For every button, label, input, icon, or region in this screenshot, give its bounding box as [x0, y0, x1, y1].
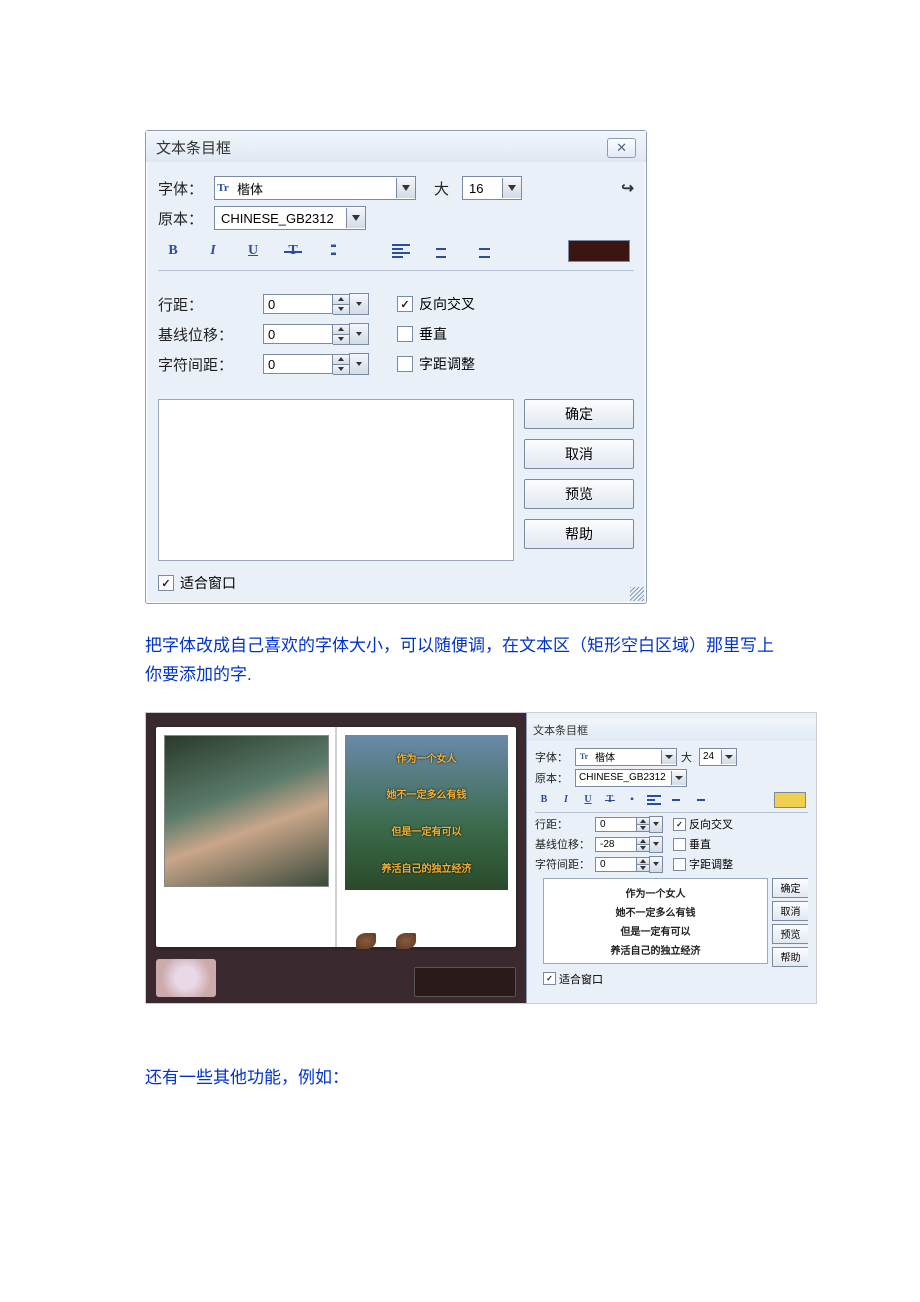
text-overlay: 作为一个女人 她不一定多么有钱 但是一定有可以 养活自己的独立经济: [345, 735, 508, 890]
decoration-icon: [156, 959, 216, 997]
chevron-down-icon[interactable]: [502, 178, 521, 198]
font-label: 字体：: [535, 749, 571, 765]
spin-up-icon[interactable]: [333, 355, 349, 365]
baseline-input[interactable]: [595, 836, 663, 853]
line-spacing-label: 行距：: [158, 294, 253, 315]
preview-button[interactable]: 预览: [772, 924, 808, 944]
script-select[interactable]: CHINESE_GB2312: [214, 206, 366, 230]
reverse-checkbox[interactable]: ✓反向交叉: [397, 294, 475, 314]
italic-button[interactable]: I: [202, 240, 224, 262]
vertical-checkbox[interactable]: 垂直: [673, 836, 711, 852]
size-select[interactable]: 16: [462, 176, 522, 200]
font-select[interactable]: Tr楷体: [575, 748, 677, 766]
strikethrough-button[interactable]: T: [282, 240, 304, 262]
baseline-label: 基线位移：: [535, 836, 591, 852]
titlebar: 文本条目框 ✕: [146, 131, 646, 162]
fit-window-checkbox[interactable]: ✓适合窗口: [543, 971, 603, 987]
bold-button[interactable]: B: [537, 793, 551, 807]
dialog-title: 文本条目框: [156, 137, 231, 158]
unit-select[interactable]: [349, 353, 369, 375]
align-right-button[interactable]: [691, 793, 705, 807]
butterfly-icon: [356, 933, 376, 949]
char-spacing-label: 字符间距：: [535, 856, 591, 872]
script-label: 原本：: [158, 208, 206, 229]
chevron-down-icon[interactable]: [671, 771, 686, 785]
instruction-paragraph-1: 把字体改成自己喜欢的字体大小，可以随便调，在文本区（矩形空白区域）那里写上你要添…: [145, 632, 785, 690]
align-center-button[interactable]: [430, 240, 452, 262]
spin-down-icon[interactable]: [333, 305, 349, 314]
help-button[interactable]: 帮助: [524, 519, 634, 549]
baseline-label: 基线位移：: [158, 324, 253, 345]
example-screenshot: 作为一个女人 她不一定多么有钱 但是一定有可以 养活自己的独立经济 文本条目框 …: [145, 712, 817, 1004]
char-spacing-label: 字符间距：: [158, 354, 253, 375]
unit-select[interactable]: [349, 293, 369, 315]
chevron-down-icon[interactable]: [661, 750, 676, 764]
instruction-paragraph-2: 还有一些其他功能，例如：: [145, 1064, 785, 1093]
spin-down-icon[interactable]: [333, 335, 349, 344]
truetype-icon: Tr: [576, 752, 592, 761]
more-icon[interactable]: ▪▪▪▪: [322, 240, 344, 262]
size-select[interactable]: 24: [699, 748, 737, 766]
spin-up-icon[interactable]: [333, 325, 349, 335]
dialog-title: 文本条目框: [533, 722, 588, 738]
close-button[interactable]: ✕: [607, 138, 636, 158]
align-right-button[interactable]: [470, 240, 492, 262]
reverse-checkbox[interactable]: ✓反向交叉: [673, 816, 733, 832]
ok-button[interactable]: 确定: [772, 878, 808, 898]
cancel-button[interactable]: 取消: [772, 901, 808, 921]
unit-select[interactable]: [349, 323, 369, 345]
format-toolbar: B I U T ▪▪▪▪: [158, 236, 634, 271]
align-left-button[interactable]: [647, 793, 661, 807]
font-label: 字体：: [158, 178, 206, 199]
color-swatch[interactable]: [774, 792, 806, 808]
slot-box: [414, 967, 516, 997]
photo-image: [164, 735, 329, 887]
italic-button[interactable]: I: [559, 793, 573, 807]
expand-icon[interactable]: ↪: [621, 179, 634, 197]
fit-window-checkbox[interactable]: ✓适合窗口: [158, 573, 236, 593]
script-label: 原本：: [535, 770, 571, 786]
char-spacing-input[interactable]: [595, 856, 663, 873]
preview-textarea[interactable]: 作为一个女人 她不一定多么有钱 但是一定有可以 养活自己的独立经济: [543, 878, 768, 964]
butterfly-icon: [396, 933, 416, 949]
script-select[interactable]: CHINESE_GB2312: [575, 769, 687, 787]
preview-button[interactable]: 预览: [524, 479, 634, 509]
underline-button[interactable]: U: [242, 240, 264, 262]
align-center-button[interactable]: [669, 793, 683, 807]
ok-button[interactable]: 确定: [524, 399, 634, 429]
vertical-checkbox[interactable]: 垂直: [397, 324, 447, 344]
help-button[interactable]: 帮助: [772, 947, 808, 967]
line-spacing-input[interactable]: [263, 293, 369, 315]
baseline-input[interactable]: [263, 323, 369, 345]
chevron-down-icon[interactable]: [396, 178, 415, 198]
font-select[interactable]: Tr 楷体: [214, 176, 416, 200]
line-spacing-input[interactable]: [595, 816, 663, 833]
resize-grip-icon[interactable]: [630, 587, 644, 601]
strikethrough-button[interactable]: T: [603, 793, 617, 807]
bold-button[interactable]: B: [162, 240, 184, 262]
cancel-button[interactable]: 取消: [524, 439, 634, 469]
size-label: 大: [434, 178, 454, 199]
text-entry-dialog: 文本条目框 ✕ 字体： Tr 楷体 大 16 ↪ 原本：: [145, 130, 647, 604]
spin-down-icon[interactable]: [333, 365, 349, 374]
chevron-down-icon[interactable]: [346, 208, 365, 228]
preview-textarea[interactable]: [158, 399, 514, 561]
line-spacing-label: 行距：: [535, 816, 591, 832]
book-preview: 作为一个女人 她不一定多么有钱 但是一定有可以 养活自己的独立经济: [146, 713, 526, 1003]
size-label: 大: [681, 749, 695, 765]
color-swatch[interactable]: [568, 240, 630, 262]
kerning-checkbox[interactable]: 字距调整: [673, 856, 733, 872]
char-spacing-input[interactable]: [263, 353, 369, 375]
align-left-button[interactable]: [390, 240, 412, 262]
truetype-icon: Tr: [215, 182, 231, 194]
text-entry-dialog-small: 文本条目框 字体： Tr楷体 大 24 原本： CHINESE_GB2312 B…: [526, 713, 816, 1003]
more-icon[interactable]: ▪: [625, 793, 639, 807]
underline-button[interactable]: U: [581, 793, 595, 807]
spin-up-icon[interactable]: [333, 295, 349, 305]
kerning-checkbox[interactable]: 字距调整: [397, 354, 475, 374]
chevron-down-icon[interactable]: [721, 750, 736, 764]
